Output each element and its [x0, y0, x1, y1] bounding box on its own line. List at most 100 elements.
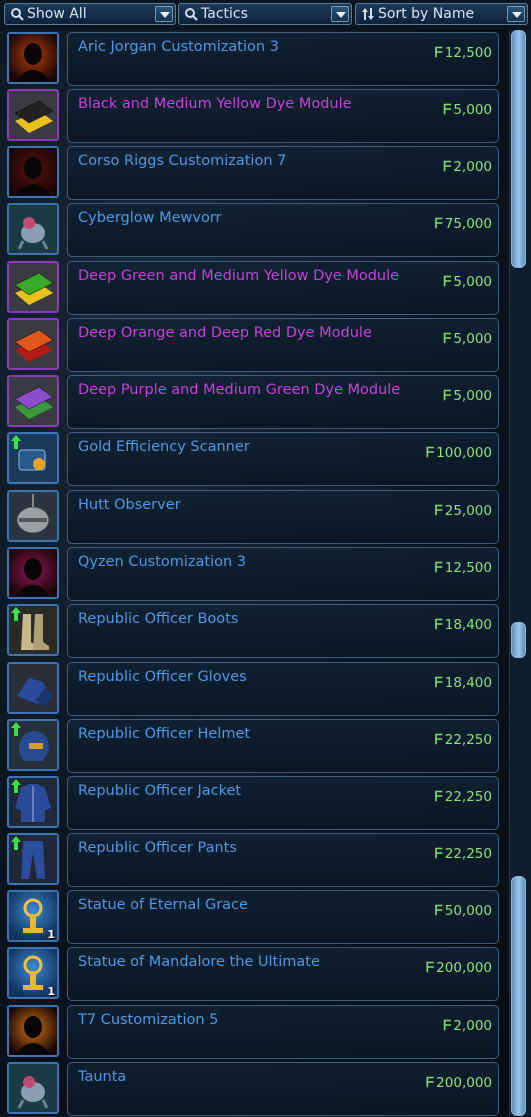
item-name: Deep Purple and Medium Green Dye Module: [78, 382, 401, 398]
item-name: Republic Officer Jacket: [78, 783, 242, 799]
item-icon-frame[interactable]: [7, 261, 59, 313]
credits-icon: ᖴ: [434, 503, 443, 519]
item-panel[interactable]: Taunta ᖴ 200,000: [67, 1062, 499, 1116]
type-filter-dropdown[interactable]: Tactics: [178, 3, 352, 25]
item-price: ᖴ 12,500: [435, 560, 492, 576]
credits-icon: ᖴ: [434, 675, 443, 691]
item-panel[interactable]: Deep Green and Medium Yellow Dye Module ᖴ…: [67, 261, 499, 315]
list-item[interactable]: 1 Statue of Eternal Grace ᖴ 50,000: [0, 889, 509, 945]
item-price-value: 5,000: [453, 274, 492, 290]
item-price-value: 2,000: [453, 1018, 492, 1034]
item-panel[interactable]: Republic Officer Gloves ᖴ 18,400: [67, 662, 499, 716]
item-panel[interactable]: Corso Riggs Customization 7 ᖴ 2,000: [67, 146, 499, 200]
chevron-down-icon[interactable]: [331, 6, 349, 22]
item-icon-frame[interactable]: [7, 833, 59, 885]
item-price-value: 75,000: [444, 216, 492, 232]
list-item[interactable]: Black and Medium Yellow Dye Module ᖴ 5,000: [0, 88, 509, 144]
chevron-down-icon[interactable]: [507, 6, 525, 22]
item-price-value: 200,000: [436, 1075, 492, 1091]
item-name: Republic Officer Pants: [78, 840, 237, 856]
item-name: Corso Riggs Customization 7: [78, 153, 287, 169]
item-panel[interactable]: Deep Purple and Medium Green Dye Module ᖴ…: [67, 375, 499, 429]
item-panel[interactable]: Black and Medium Yellow Dye Module ᖴ 5,000: [67, 89, 499, 143]
item-price: ᖴ 25,000: [435, 503, 492, 519]
item-icon-frame[interactable]: [7, 662, 59, 714]
list-item[interactable]: Republic Officer Jacket ᖴ 22,250: [0, 775, 509, 831]
item-icon-frame[interactable]: [7, 547, 59, 599]
item-panel[interactable]: Gold Efficiency Scanner ᖴ 100,000: [67, 432, 499, 486]
list-item[interactable]: Deep Green and Medium Yellow Dye Module ᖴ…: [0, 260, 509, 316]
credits-icon: ᖴ: [434, 846, 443, 862]
item-icon-frame[interactable]: [7, 719, 59, 771]
list-item[interactable]: Republic Officer Boots ᖴ 18,400: [0, 603, 509, 659]
sort-dropdown[interactable]: Sort by Name: [355, 3, 528, 25]
item-panel[interactable]: Republic Officer Pants ᖴ 22,250: [67, 833, 499, 887]
item-price-value: 22,250: [444, 732, 492, 748]
list-item[interactable]: Republic Officer Pants ᖴ 22,250: [0, 832, 509, 888]
chevron-down-icon[interactable]: [155, 6, 173, 22]
list-item[interactable]: Republic Officer Gloves ᖴ 18,400: [0, 661, 509, 717]
item-price: ᖴ 18,400: [435, 675, 492, 691]
item-icon-frame[interactable]: [7, 89, 59, 141]
item-icon-frame[interactable]: [7, 432, 59, 484]
list-item[interactable]: Corso Riggs Customization 7 ᖴ 2,000: [0, 145, 509, 201]
list-item[interactable]: Deep Purple and Medium Green Dye Module ᖴ…: [0, 374, 509, 430]
item-icon-frame[interactable]: [7, 146, 59, 198]
item-name: Taunta: [78, 1069, 127, 1085]
item-price-value: 5,000: [453, 331, 492, 347]
list-item[interactable]: Taunta ᖴ 200,000: [0, 1061, 509, 1117]
item-panel[interactable]: Statue of Eternal Grace ᖴ 50,000: [67, 890, 499, 944]
item-price-value: 22,250: [444, 846, 492, 862]
item-panel[interactable]: Republic Officer Jacket ᖴ 22,250: [67, 776, 499, 830]
list-item[interactable]: Cyberglow Mewvorr ᖴ 75,000: [0, 202, 509, 258]
list-item[interactable]: Deep Orange and Deep Red Dye Module ᖴ 5,00…: [0, 317, 509, 373]
item-icon-frame[interactable]: 1: [7, 890, 59, 942]
item-panel[interactable]: Statue of Mandalore the Ultimate ᖴ 200,000: [67, 947, 499, 1001]
item-price: ᖴ 100,000: [426, 445, 492, 461]
item-price-value: 50,000: [444, 903, 492, 919]
item-panel[interactable]: Aric Jorgan Customization 3 ᖴ 12,500: [67, 32, 499, 86]
item-icon-frame[interactable]: 1: [7, 947, 59, 999]
item-name: Black and Medium Yellow Dye Module: [78, 96, 352, 112]
item-icon-frame[interactable]: [7, 203, 59, 255]
item-icon-frame[interactable]: [7, 1005, 59, 1057]
item-price: ᖴ 2,000: [443, 159, 492, 175]
sort-label: Sort by Name: [378, 6, 475, 22]
item-panel[interactable]: Cyberglow Mewvorr ᖴ 75,000: [67, 203, 499, 257]
category-filter-dropdown[interactable]: Show All: [4, 3, 176, 25]
item-icon-frame[interactable]: [7, 1062, 59, 1114]
item-icon-frame[interactable]: [7, 490, 59, 542]
item-price: ᖴ 50,000: [435, 903, 492, 919]
item-panel[interactable]: Qyzen Customization 3 ᖴ 12,500: [67, 547, 499, 601]
item-name: Statue of Mandalore the Ultimate: [78, 954, 320, 970]
search-icon: [11, 8, 24, 21]
credits-icon: ᖴ: [443, 159, 452, 175]
list-item[interactable]: Qyzen Customization 3 ᖴ 12,500: [0, 546, 509, 602]
credits-icon: ᖴ: [426, 960, 435, 976]
list-item[interactable]: Gold Efficiency Scanner ᖴ 100,000: [0, 431, 509, 487]
scrollbar-thumb[interactable]: [511, 876, 526, 1116]
item-panel[interactable]: Republic Officer Helmet ᖴ 22,250: [67, 719, 499, 773]
item-icon-frame[interactable]: [7, 604, 59, 656]
item-price: ᖴ 22,250: [435, 732, 492, 748]
item-name: Statue of Eternal Grace: [78, 897, 248, 913]
item-panel[interactable]: T7 Customization 5 ᖴ 2,000: [67, 1005, 499, 1059]
item-panel[interactable]: Republic Officer Boots ᖴ 18,400: [67, 604, 499, 658]
item-panel[interactable]: Hutt Observer ᖴ 25,000: [67, 490, 499, 544]
item-icon-frame[interactable]: [7, 32, 59, 84]
item-panel[interactable]: Deep Orange and Deep Red Dye Module ᖴ 5,00…: [67, 318, 499, 372]
list-item[interactable]: T7 Customization 5 ᖴ 2,000: [0, 1004, 509, 1060]
list-item[interactable]: Hutt Observer ᖴ 25,000: [0, 489, 509, 545]
item-name: Republic Officer Helmet: [78, 726, 251, 742]
credits-icon: ᖴ: [443, 388, 452, 404]
scrollbar-thumb[interactable]: [511, 622, 526, 658]
scrollbar-thumb[interactable]: [511, 30, 526, 268]
upgrade-arrow-icon: [11, 722, 21, 736]
list-item[interactable]: Republic Officer Helmet ᖴ 22,250: [0, 718, 509, 774]
item-icon-frame[interactable]: [7, 776, 59, 828]
credits-icon: ᖴ: [443, 102, 452, 118]
item-icon-frame[interactable]: [7, 318, 59, 370]
item-icon-frame[interactable]: [7, 375, 59, 427]
list-item[interactable]: Aric Jorgan Customization 3 ᖴ 12,500: [0, 31, 509, 87]
list-item[interactable]: 1 Statue of Mandalore the Ultimate ᖴ 200,00…: [0, 946, 509, 1002]
